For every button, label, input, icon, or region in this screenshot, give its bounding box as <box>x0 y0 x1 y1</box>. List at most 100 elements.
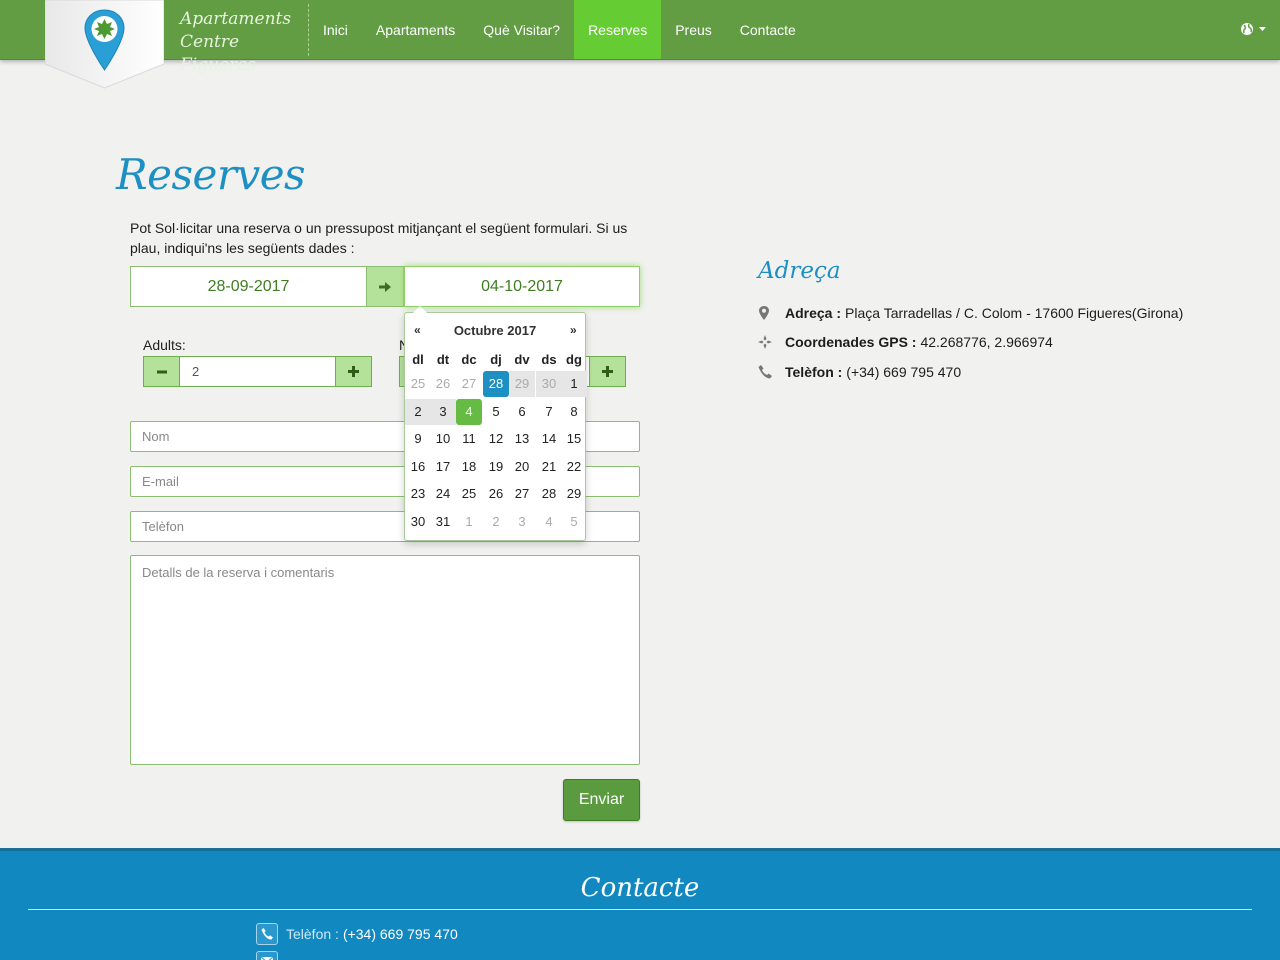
prev-month-button[interactable]: « <box>414 323 421 337</box>
calendar-day[interactable]: 9 <box>405 426 431 452</box>
nav-item-inici[interactable]: Inici <box>309 0 362 59</box>
details-textarea[interactable]: Detalls de la reserva i comentaris <box>130 555 640 765</box>
calendar-day[interactable]: 4 <box>536 509 562 535</box>
adults-value[interactable]: 2 <box>180 356 335 387</box>
brand-line-2: Centre Figueres <box>180 32 257 75</box>
date-range: 28-09-2017 04-10-2017 <box>130 266 640 307</box>
nav-item-preus[interactable]: Preus <box>661 0 726 59</box>
weekday-dg: dg <box>566 352 582 367</box>
calendar-day[interactable]: 27 <box>509 481 535 507</box>
date-arrow <box>366 266 404 307</box>
arrow-right-icon <box>379 281 391 292</box>
calendar-day[interactable]: 24 <box>430 481 456 507</box>
calendar-day[interactable]: 7 <box>536 399 562 425</box>
crosshair-icon <box>758 335 772 349</box>
calendar-day[interactable]: 14 <box>536 426 562 452</box>
adults-increment-button[interactable] <box>335 356 372 387</box>
calendar-day[interactable]: 26 <box>430 371 456 397</box>
calendar-day[interactable]: 10 <box>430 426 456 452</box>
datepicker-header: « Octubre 2017 » <box>405 319 585 343</box>
calendar-day[interactable]: 31 <box>430 509 456 535</box>
caret-down-icon <box>1259 27 1266 31</box>
calendar-day[interactable]: 2 <box>483 509 509 535</box>
calendar-day[interactable]: 11 <box>456 426 482 452</box>
calendar-day[interactable]: 15 <box>561 426 587 452</box>
calendar-day[interactable]: 29 <box>561 481 587 507</box>
weekday-ds: ds <box>541 352 557 367</box>
main-menu: Inici Apartaments Què Visitar? Reserves … <box>309 0 810 59</box>
phone-icon <box>261 928 273 940</box>
plus-icon <box>602 366 613 377</box>
calendar-day[interactable]: 28 <box>536 481 562 507</box>
weekday-dc: dc <box>461 352 477 367</box>
calendar-day[interactable]: 5 <box>561 509 587 535</box>
nav-item-apartaments[interactable]: Apartaments <box>362 0 469 59</box>
calendar-day[interactable]: 29 <box>509 371 535 397</box>
calendar-day[interactable]: 28 <box>483 371 509 397</box>
address-label: Adreça : <box>785 305 842 321</box>
map-marker-icon <box>759 306 769 320</box>
calendar-day[interactable]: 18 <box>456 454 482 480</box>
phone-row: Telèfon : (+34) 669 795 470 <box>758 364 961 380</box>
calendar-day[interactable]: 4 <box>456 398 482 425</box>
calendar-day[interactable]: 1 <box>456 509 482 535</box>
site-logo[interactable] <box>44 0 165 90</box>
calendar-day[interactable]: 21 <box>536 454 562 480</box>
calendar-day[interactable]: 17 <box>430 454 456 480</box>
nav-item-reserves[interactable]: Reserves <box>574 0 662 59</box>
address-title: Adreça <box>758 258 841 284</box>
month-title[interactable]: Octubre 2017 <box>431 323 559 338</box>
gps-value: 42.268776, 2.966974 <box>920 334 1053 350</box>
calendar-day[interactable]: 19 <box>483 454 509 480</box>
calendar-day[interactable]: 5 <box>483 399 509 425</box>
weekday-header: dl dt dc dj dv ds dg <box>405 352 585 368</box>
gps-label: Coordenades GPS : <box>785 334 917 350</box>
calendar-day[interactable]: 1 <box>561 371 587 397</box>
children-increment-button[interactable] <box>589 356 626 387</box>
departure-date-input[interactable]: 04-10-2017 <box>404 266 640 307</box>
footer-phone-value[interactable]: (+34) 669 795 470 <box>343 926 458 942</box>
nav-item-que-visitar[interactable]: Què Visitar? <box>469 0 574 59</box>
address-row: Adreça : Plaça Tarradellas / C. Colom - … <box>758 305 1183 321</box>
weekday-dj: dj <box>490 352 502 367</box>
footer-phone-row: Telèfon : (+34) 669 795 470 <box>256 923 458 945</box>
calendar-day[interactable]: 30 <box>536 371 562 397</box>
calendar-day[interactable]: 22 <box>561 454 587 480</box>
weekday-dl: dl <box>412 352 424 367</box>
adults-decrement-button[interactable] <box>143 356 180 387</box>
calendar-day[interactable]: 2 <box>405 398 431 425</box>
calendar-day[interactable]: 27 <box>456 371 482 397</box>
page-title: Reserves <box>116 150 306 199</box>
calendar-day[interactable]: 20 <box>509 454 535 480</box>
calendar-day[interactable]: 3 <box>430 398 456 425</box>
calendar-day[interactable]: 25 <box>405 371 431 397</box>
calendar-day[interactable]: 23 <box>405 481 431 507</box>
phone-label: Telèfon : <box>785 364 843 380</box>
calendar-day[interactable]: 16 <box>405 454 431 480</box>
adults-stepper: 2 <box>143 356 372 387</box>
phone-icon <box>758 365 772 379</box>
next-month-button[interactable]: » <box>570 323 577 337</box>
adults-label: Adults: <box>143 337 186 353</box>
calendar-day[interactable]: 6 <box>509 399 535 425</box>
weekday-dv: dv <box>514 352 530 367</box>
arrival-date-input[interactable]: 28-09-2017 <box>130 266 367 307</box>
gps-row: Coordenades GPS : 42.268776, 2.966974 <box>758 334 1053 350</box>
calendar-day[interactable]: 12 <box>483 426 509 452</box>
footer-email-row <box>256 951 286 960</box>
brand-name[interactable]: Apartaments Centre Figueres <box>180 8 305 77</box>
datepicker-popup: « Octubre 2017 » dl dt dc dj dv ds dg 25 26 27 28… <box>404 306 587 541</box>
calendar-day[interactable]: 25 <box>456 481 482 507</box>
calendar-day[interactable]: 30 <box>405 509 431 535</box>
language-dropdown[interactable] <box>1240 22 1267 36</box>
calendar-day[interactable]: 26 <box>483 481 509 507</box>
footer-divider <box>28 909 1252 910</box>
nav-item-contacte[interactable]: Contacte <box>726 0 810 59</box>
submit-button[interactable]: Enviar <box>563 779 640 821</box>
phone-value: (+34) 669 795 470 <box>846 364 962 380</box>
calendar-day[interactable]: 13 <box>509 426 535 452</box>
footer-phone-label: Telèfon : <box>286 926 339 942</box>
calendar-day[interactable]: 8 <box>561 399 587 425</box>
calendar-day[interactable]: 3 <box>509 509 535 535</box>
plus-icon <box>348 366 359 377</box>
